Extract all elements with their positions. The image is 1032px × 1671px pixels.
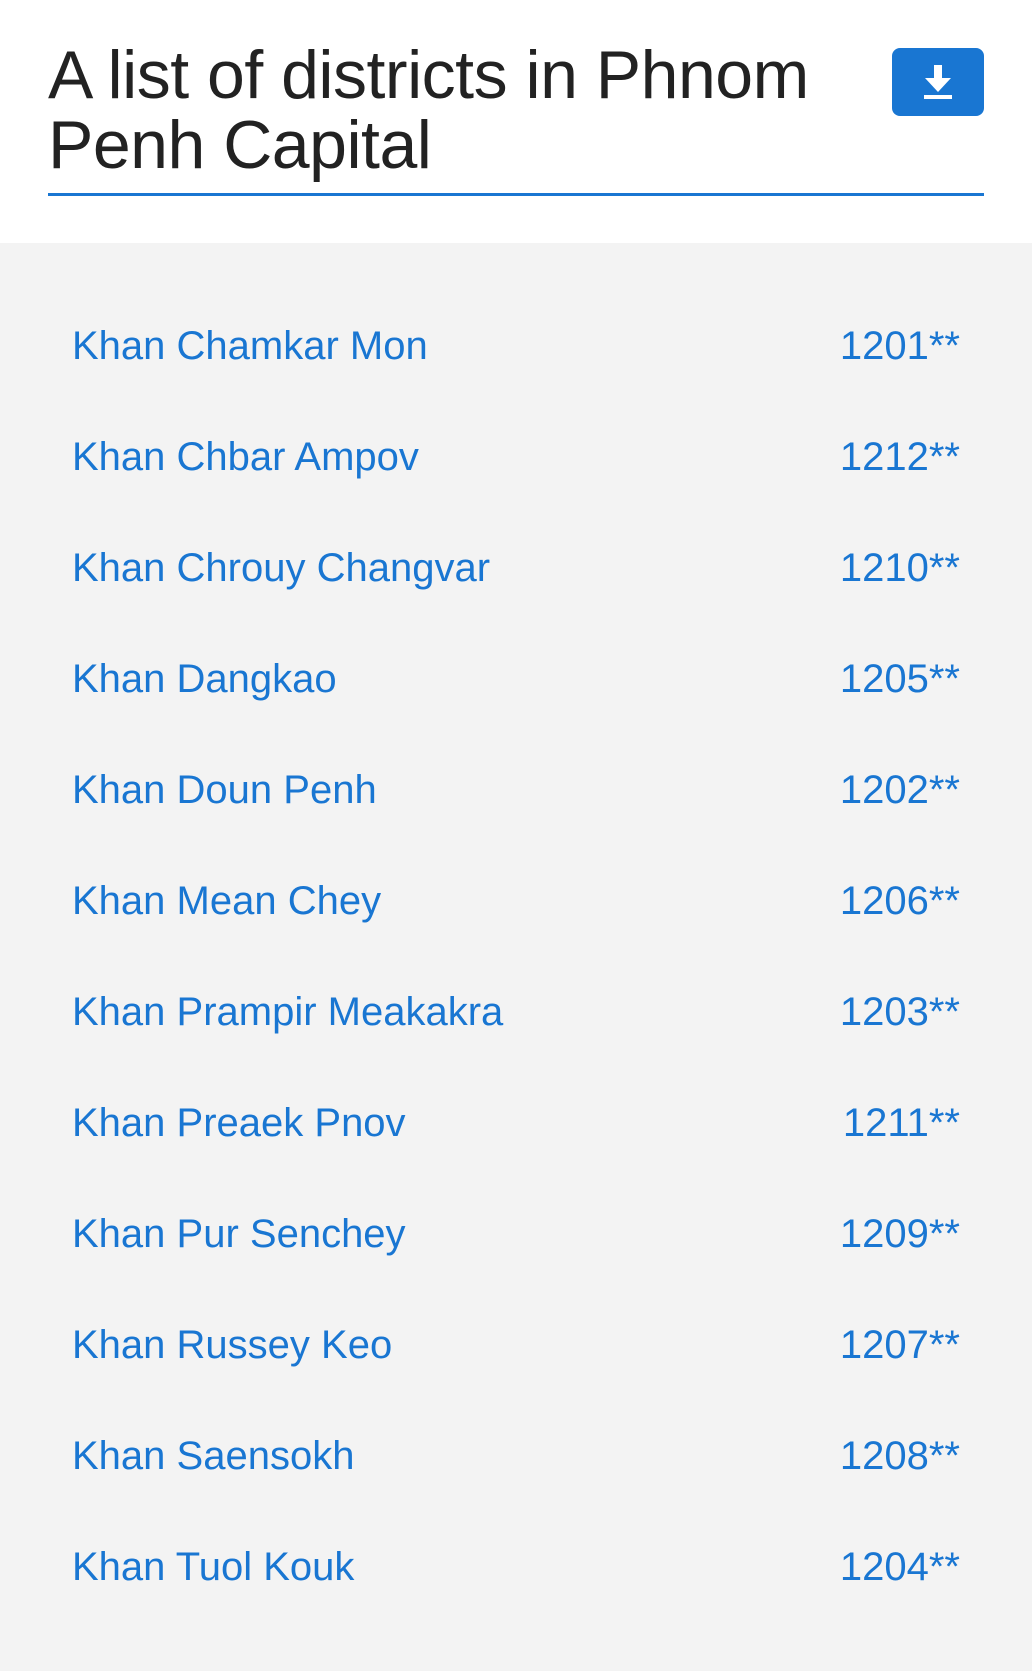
district-postal-code[interactable]: 1210** [840,546,960,591]
download-button[interactable] [892,48,984,116]
page-title: A list of districts in Phnom Penh Capita… [48,37,809,183]
district-name[interactable]: Khan Tuol Kouk [72,1545,354,1590]
district-row[interactable]: Khan Saensokh 1208** [72,1401,960,1512]
district-row[interactable]: Khan Chamkar Mon 1201** [72,291,960,402]
district-row[interactable]: Khan Russey Keo 1207** [72,1290,960,1401]
district-row[interactable]: Khan Tuol Kouk 1204** [72,1512,960,1623]
download-icon [924,65,952,99]
district-postal-code[interactable]: 1204** [840,1545,960,1590]
district-row[interactable]: Khan Mean Chey 1206** [72,846,960,957]
district-postal-code[interactable]: 1211** [843,1101,960,1146]
district-postal-code[interactable]: 1202** [840,768,960,813]
district-list: Khan Chamkar Mon 1201** Khan Chbar Ampov… [72,291,960,1623]
page: A list of districts in Phnom Penh Capita… [0,0,1032,1671]
district-postal-code[interactable]: 1206** [840,879,960,924]
district-postal-code[interactable]: 1201** [840,324,960,369]
district-name[interactable]: Khan Chrouy Changvar [72,546,490,591]
district-postal-code[interactable]: 1203** [840,990,960,1035]
district-row[interactable]: Khan Pur Senchey 1209** [72,1179,960,1290]
district-name[interactable]: Khan Saensokh [72,1434,354,1479]
district-row[interactable]: Khan Chbar Ampov 1212** [72,402,960,513]
district-row[interactable]: Khan Doun Penh 1202** [72,735,960,846]
district-name[interactable]: Khan Mean Chey [72,879,381,924]
district-postal-code[interactable]: 1209** [840,1212,960,1257]
district-row[interactable]: Khan Preaek Pnov 1211** [72,1068,960,1179]
district-name[interactable]: Khan Russey Keo [72,1323,392,1368]
district-postal-code[interactable]: 1208** [840,1434,960,1479]
district-postal-code[interactable]: 1205** [840,657,960,702]
district-name[interactable]: Khan Doun Penh [72,768,377,813]
district-name[interactable]: Khan Dangkao [72,657,337,702]
district-name[interactable]: Khan Preaek Pnov [72,1101,406,1146]
district-row[interactable]: Khan Chrouy Changvar 1210** [72,513,960,624]
district-name[interactable]: Khan Chamkar Mon [72,324,428,369]
district-name[interactable]: Khan Pur Senchey [72,1212,406,1257]
district-list-panel: Khan Chamkar Mon 1201** Khan Chbar Ampov… [0,243,1032,1671]
district-postal-code[interactable]: 1207** [840,1323,960,1368]
district-name[interactable]: Khan Prampir Meakakra [72,990,503,1035]
district-row[interactable]: Khan Prampir Meakakra 1203** [72,957,960,1068]
district-postal-code[interactable]: 1212** [840,435,960,480]
district-row[interactable]: Khan Dangkao 1205** [72,624,960,735]
page-header: A list of districts in Phnom Penh Capita… [48,40,984,196]
district-name[interactable]: Khan Chbar Ampov [72,435,419,480]
